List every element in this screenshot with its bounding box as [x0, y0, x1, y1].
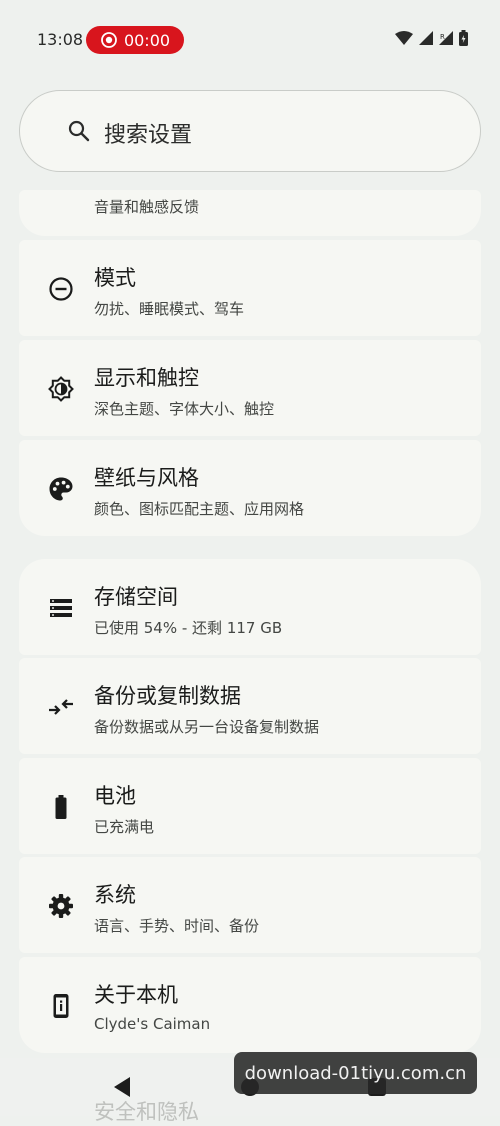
- battery-status-icon: [459, 30, 468, 46]
- settings-item-subtitle: 颜色、图标匹配主题、应用网格: [94, 500, 305, 518]
- settings-item-title: 存储空间: [94, 585, 178, 609]
- settings-item-subtitle: 语言、手势、时间、备份: [94, 917, 260, 935]
- settings-item-security-title: 安全和隐私: [94, 1100, 199, 1124]
- settings-item-title: 系统: [94, 883, 136, 907]
- settings-item-about-phone[interactable]: 关于本机 Clyde's Caiman: [19, 957, 481, 1053]
- settings-item-system[interactable]: 系统 语言、手势、时间、备份: [19, 857, 481, 953]
- settings-item-battery[interactable]: 电池 已充满电: [19, 758, 481, 854]
- settings-item-subtitle: 勿扰、睡眠模式、驾车: [94, 300, 245, 318]
- settings-item-title: 显示和触控: [94, 366, 199, 390]
- storage-icon: [50, 599, 72, 617]
- settings-item-display[interactable]: 显示和触控 深色主题、字体大小、触控: [19, 340, 481, 436]
- wifi-icon: [395, 31, 413, 45]
- system-icons: R: [395, 30, 468, 46]
- back-icon[interactable]: [112, 1076, 132, 1098]
- palette-icon: [49, 477, 73, 501]
- settings-item-title: 壁纸与风格: [94, 466, 199, 490]
- settings-item-subtitle: 已充满电: [94, 818, 155, 836]
- settings-item-storage[interactable]: 存储空间 已使用 54% - 还剩 117 GB: [19, 559, 481, 655]
- recording-timer: 00:00: [123, 30, 171, 50]
- backup-icon: [49, 699, 73, 715]
- settings-item-subtitle: 音量和触感反馈: [94, 198, 200, 216]
- search-icon: [68, 120, 90, 142]
- settings-item-subtitle: 已使用 54% - 还剩 117 GB: [94, 619, 283, 637]
- settings-item-subtitle: 深色主题、字体大小、触控: [94, 400, 275, 418]
- settings-item-wallpaper[interactable]: 壁纸与风格 颜色、图标匹配主题、应用网格: [19, 440, 481, 536]
- battery-icon: [55, 795, 67, 819]
- svg-text:R: R: [440, 33, 445, 41]
- settings-item-subtitle: 备份数据或从另一台设备复制数据: [94, 718, 320, 736]
- gear-icon: [49, 894, 73, 918]
- signal-icon: [419, 31, 433, 45]
- screen-recording-chip[interactable]: 00:00: [86, 26, 184, 54]
- settings-item-backup[interactable]: 备份或复制数据 备份数据或从另一台设备复制数据: [19, 658, 481, 754]
- clock: 13:08: [37, 30, 84, 49]
- settings-item-title: 模式: [94, 266, 136, 290]
- status-bar: 13:08 00:00 R: [0, 0, 500, 80]
- record-icon: [101, 32, 117, 48]
- phone-info-icon: [53, 994, 69, 1018]
- settings-item-sound[interactable]: 音量和触感反馈: [19, 190, 481, 236]
- search-bar[interactable]: 搜索设置: [19, 90, 481, 172]
- settings-item-subtitle: Clyde's Caiman: [94, 1015, 211, 1033]
- search-placeholder: 搜索设置: [104, 123, 193, 148]
- roaming-signal-icon: R: [439, 31, 453, 45]
- watermark: download-01tiyu.com.cn: [234, 1052, 477, 1094]
- settings-item-title: 关于本机: [94, 983, 178, 1007]
- settings-item-title: 电池: [94, 784, 136, 808]
- settings-item-modes[interactable]: 模式 勿扰、睡眠模式、驾车: [19, 240, 481, 336]
- settings-item-title: 备份或复制数据: [94, 684, 241, 708]
- modes-icon: [49, 277, 73, 301]
- display-icon: [48, 376, 74, 402]
